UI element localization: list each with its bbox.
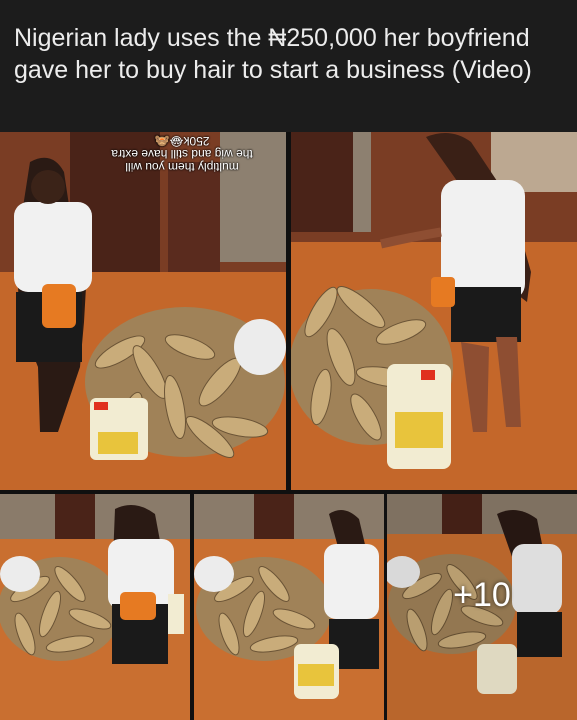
photo-5[interactable]: +10 xyxy=(387,494,577,720)
caption-line-2: the wig and still have extra xyxy=(111,147,253,161)
photo-2-image xyxy=(291,132,577,490)
photo-1[interactable]: multiply them you will the wig and still… xyxy=(0,132,286,490)
photo-grid: multiply them you will the wig and still… xyxy=(0,132,577,720)
post-text: Nigerian lady uses the ₦250,000 her boyf… xyxy=(14,24,532,84)
photo-2[interactable] xyxy=(291,132,577,490)
photo-1-image xyxy=(0,132,286,490)
photo-4[interactable] xyxy=(194,494,384,720)
more-photos-count[interactable]: +10 xyxy=(387,494,577,720)
video-caption-overlay: multiply them you will the wig and still… xyxy=(92,134,272,174)
caption-line-1: multiply them you will xyxy=(125,160,239,174)
photo-3[interactable] xyxy=(0,494,190,720)
photo-3-image xyxy=(0,494,190,720)
photo-4-image xyxy=(194,494,384,720)
caption-line-3: 250k😂🙈 xyxy=(154,134,210,148)
